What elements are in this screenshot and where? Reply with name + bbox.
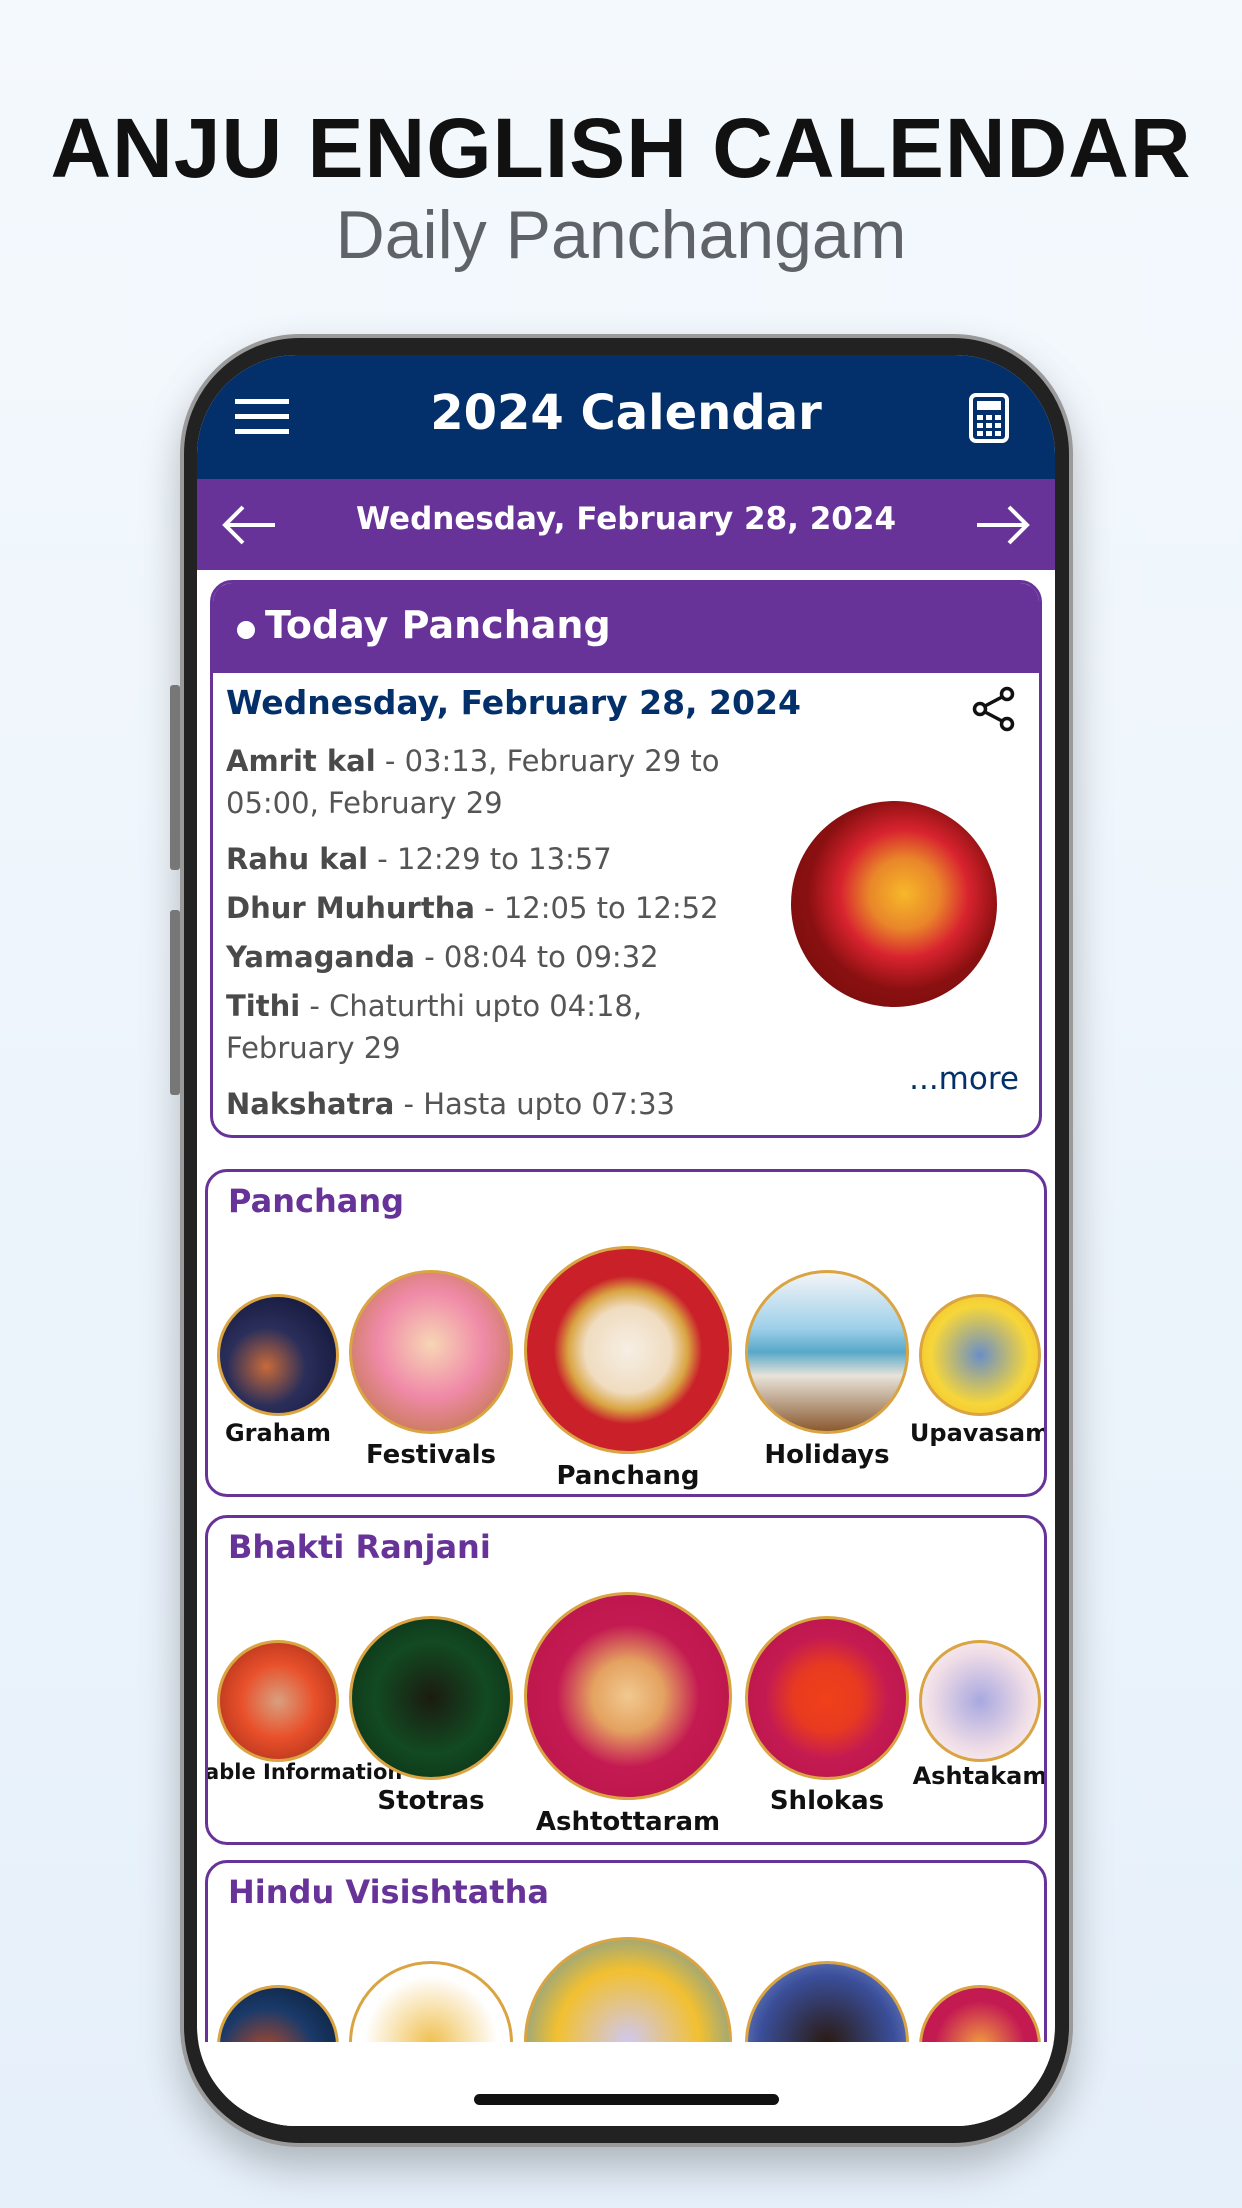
- calculator-icon[interactable]: [969, 393, 1009, 443]
- amrit-kal-row: Amrit kal - 03:13, February 29 to 05:00,…: [226, 744, 720, 820]
- phone-side-button: [170, 685, 180, 870]
- nakshatra-row: Nakshatra - Hasta upto 07:33: [226, 1087, 675, 1121]
- panchang-om-image[interactable]: [524, 1246, 732, 1454]
- today-panchang-heading: Today Panchang: [265, 603, 611, 647]
- current-date: Wednesday, February 28, 2024: [355, 501, 897, 537]
- today-panchang-header: Today Panchang: [213, 583, 1039, 673]
- rahu-kal-row: Rahu kal - 12:29 to 13:57: [226, 842, 612, 876]
- item-label[interactable]: Panchang: [557, 1463, 700, 1489]
- arrow-right-icon[interactable]: [975, 505, 1031, 545]
- item-label[interactable]: Ashtottaram: [536, 1809, 720, 1835]
- app-title: 2024 Calendar: [430, 385, 822, 441]
- item-label[interactable]: Upavasam: [910, 1420, 1044, 1446]
- item-label[interactable]: Holidays: [764, 1442, 889, 1468]
- app-header: 2024 Calendar: [197, 355, 1055, 479]
- app-screen: 2024 Calendar Wednesday, February 28, 20…: [197, 355, 1055, 2126]
- panchang-section: Panchang Graham Festivals Panchang Holid…: [205, 1169, 1047, 1497]
- upavasam-image[interactable]: [919, 1294, 1041, 1416]
- today-panchang-card: Today Panchang Wednesday, February 28, 2…: [210, 580, 1042, 1138]
- section-title: Hindu Visishtatha: [228, 1873, 549, 1911]
- home-indicator-area: [197, 2042, 1055, 2126]
- item-label[interactable]: Ashtakam: [913, 1763, 1044, 1789]
- item-label[interactable]: Stotras: [377, 1788, 484, 1814]
- shlokas-om-image[interactable]: [745, 1616, 909, 1780]
- festivals-image[interactable]: [349, 1270, 513, 1434]
- bullet-icon: [237, 621, 255, 639]
- graham-image[interactable]: [217, 1294, 339, 1416]
- yamaganda-row: Yamaganda - 08:04 to 09:32: [226, 940, 659, 974]
- dhur-muhurtha-row: Dhur Muhurtha - 12:05 to 12:52: [226, 891, 719, 925]
- item-label[interactable]: Graham: [225, 1420, 331, 1446]
- item-label[interactable]: Festivals: [366, 1442, 496, 1468]
- promo-subtitle: Daily Panchangam: [335, 197, 907, 273]
- ashtottaram-image[interactable]: [524, 1592, 732, 1800]
- valuable-information-image[interactable]: [217, 1640, 339, 1762]
- ganesha-image: [791, 801, 997, 1007]
- share-icon[interactable]: [971, 686, 1017, 732]
- home-indicator[interactable]: [474, 2094, 779, 2105]
- panchang-date: Wednesday, February 28, 2024: [226, 683, 801, 722]
- stotras-image[interactable]: [349, 1616, 513, 1780]
- promo-title: ANJU ENGLISH CALENDAR: [50, 101, 1192, 195]
- more-link[interactable]: ...more: [909, 1061, 1019, 1097]
- section-title: Panchang: [228, 1182, 404, 1220]
- date-navigation-bar: Wednesday, February 28, 2024: [197, 479, 1055, 570]
- tithi-row: Tithi - Chaturthi upto 04:18, February 2…: [226, 989, 643, 1065]
- section-title: Bhakti Ranjani: [228, 1528, 491, 1566]
- holidays-image[interactable]: [745, 1270, 909, 1434]
- ashtakam-image[interactable]: [919, 1640, 1041, 1762]
- bhakti-ranjani-section: Bhakti Ranjani Valuable Information Stot…: [205, 1515, 1047, 1845]
- item-label[interactable]: Valuable Information: [208, 1760, 402, 1784]
- item-label[interactable]: Shlokas: [770, 1788, 884, 1814]
- phone-side-button: [170, 910, 180, 1095]
